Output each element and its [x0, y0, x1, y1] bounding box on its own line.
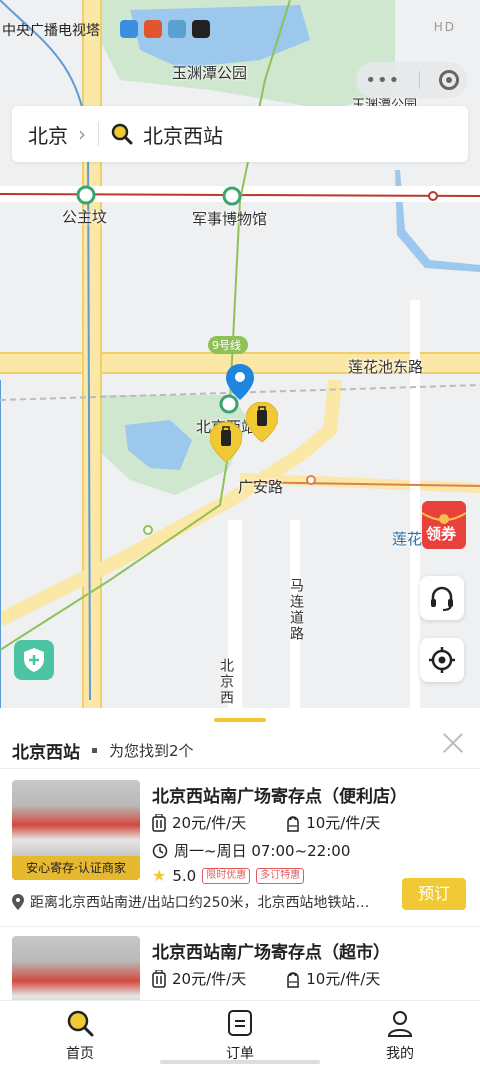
promo-tag: 限时优惠	[202, 867, 251, 884]
shield-icon	[24, 648, 44, 672]
price-small-bag: 10元/件/天	[306, 814, 381, 832]
map-label-beijingxi-road: 北京西	[218, 658, 234, 706]
hours-text: 周一~周日 07:00~22:00	[174, 842, 351, 860]
store-address: 距离北京西站南进/出站口约250米，北京西站地铁站…	[12, 892, 392, 912]
sheet-title: 北京西站	[12, 742, 80, 763]
results-sheet: 北京西站 为您找到2个 安心寄存·认证商家 北京西站南广场寄存点（便利店） 20…	[0, 708, 480, 1000]
rating-value: 5.0	[172, 866, 197, 885]
large-luggage-icon	[152, 969, 166, 988]
coupon-label: 领券	[426, 525, 457, 543]
search-input[interactable]: 北京西站	[143, 120, 223, 149]
search-icon	[111, 123, 133, 145]
app-notification-icon	[120, 20, 138, 38]
price-large-luggage: 20元/件/天	[172, 970, 247, 988]
map-label-malian: 马连道路	[288, 578, 304, 642]
tab-bar: 首页 订单 我的	[0, 1000, 480, 1066]
status-bar: 中央广播电视塔 HD	[0, 14, 480, 46]
address-text: 距离北京西站南进/出站口约250米，北京西站地铁站…	[30, 895, 370, 911]
safety-guarantee-button[interactable]	[14, 640, 54, 680]
status-app-icons	[120, 20, 210, 38]
small-bag-icon	[287, 971, 299, 988]
map-label-museum: 军事博物馆	[192, 210, 268, 228]
price-small-bag: 10元/件/天	[306, 970, 381, 988]
customer-service-button[interactable]	[420, 576, 464, 620]
luggage-storage-pin-icon[interactable]	[210, 422, 242, 462]
map-label-lianhua: 莲花	[392, 530, 423, 548]
luggage-storage-pin-icon[interactable]	[246, 402, 278, 442]
tab-profile[interactable]: 我的	[360, 1009, 440, 1063]
store-card[interactable]: 北京西站南广场寄存点（超市） 20元/件/天 10元/件/天	[12, 936, 468, 1000]
price-large-luggage: 20元/件/天	[172, 814, 247, 832]
coupon-promo-button[interactable]: 领券	[420, 497, 472, 553]
promo-tag: 多订特惠	[256, 867, 305, 884]
store-prices: 20元/件/天 10元/件/天	[152, 968, 380, 989]
map-label-park: 玉渊潭公园	[172, 64, 248, 82]
tab-home-label: 首页	[66, 1046, 94, 1062]
store-name[interactable]: 北京西站南广场寄存点（便利店）	[152, 782, 407, 807]
map-label-guangan: 广安路	[238, 478, 284, 496]
large-luggage-icon	[152, 813, 166, 832]
profile-icon	[387, 1011, 413, 1037]
app-notification-icon	[144, 20, 162, 38]
more-icon[interactable]: •••	[365, 70, 400, 91]
clock-icon	[152, 843, 168, 858]
order-icon	[228, 1010, 252, 1036]
opening-hours: 周一~周日 07:00~22:00	[152, 840, 350, 861]
store-card[interactable]: 安心寄存·认证商家 北京西站南广场寄存点（便利店） 20元/件/天 10元/件/…	[12, 780, 468, 920]
miniprogram-capsule: •••	[356, 62, 468, 98]
certified-merchant-badge: 安心寄存·认证商家	[12, 856, 140, 880]
location-icon	[12, 894, 24, 910]
sheet-header: 北京西站 为您找到2个	[12, 732, 468, 768]
tab-home[interactable]: 首页	[40, 1009, 120, 1063]
tab-orders[interactable]: 订单	[200, 1009, 280, 1063]
home-indicator	[160, 1060, 320, 1064]
app-notification-icon	[192, 20, 210, 38]
map-view[interactable]: 中央广播电视塔 HD 玉渊潭公园 玉渊潭公园 公主坟 军事博物馆 9号线 莲花池…	[0, 0, 480, 712]
app-notification-icon	[168, 20, 186, 38]
city-selector[interactable]: 北京	[28, 120, 68, 149]
result-count: 为您找到2个	[109, 741, 194, 760]
status-indicators: HD	[433, 20, 456, 34]
store-rating: ★ 5.0 限时优惠 多订特惠	[152, 866, 305, 885]
sheet-drag-handle[interactable]	[214, 718, 266, 722]
close-icon[interactable]	[442, 732, 464, 754]
map-label-lianhuachi: 莲花池东路	[348, 358, 424, 376]
star-icon: ★	[152, 866, 167, 885]
store-photo: 安心寄存·认证商家	[12, 780, 140, 880]
chevron-right-icon: ›	[78, 122, 86, 146]
tab-profile-label: 我的	[386, 1046, 414, 1062]
map-label-line9: 9号线	[212, 339, 241, 352]
store-prices: 20元/件/天 10元/件/天	[152, 812, 380, 833]
search-bar[interactable]: 北京 › 北京西站	[12, 106, 468, 162]
status-location-text: 中央广播电视塔	[2, 23, 100, 39]
locate-me-button[interactable]	[420, 638, 464, 682]
book-button[interactable]: 预订	[402, 878, 466, 910]
small-bag-icon	[287, 815, 299, 832]
location-pin-icon[interactable]	[226, 364, 254, 400]
store-photo	[12, 936, 140, 1000]
locate-icon	[429, 647, 455, 673]
map-label-gongzhufen: 公主坟	[62, 208, 108, 226]
headset-icon	[431, 586, 453, 611]
search-icon	[67, 1010, 94, 1037]
close-miniprogram-icon[interactable]	[438, 70, 459, 90]
store-name[interactable]: 北京西站南广场寄存点（超市）	[152, 938, 390, 963]
